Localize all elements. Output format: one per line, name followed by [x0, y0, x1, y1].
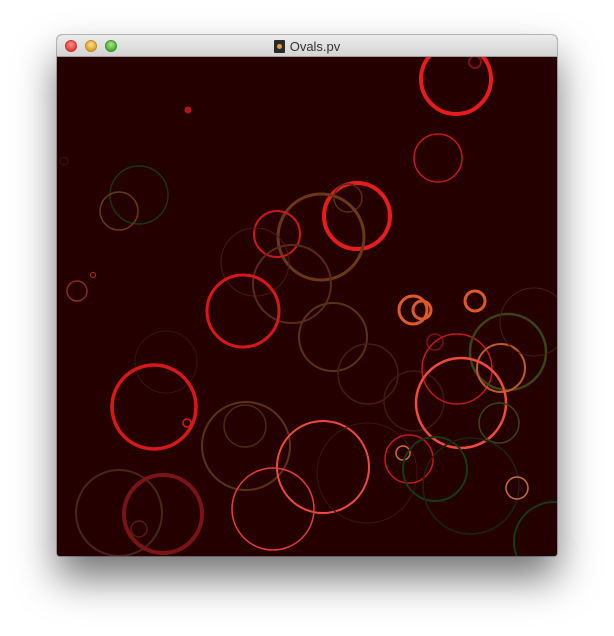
document-icon	[273, 39, 285, 53]
drawing-canvas[interactable]	[57, 57, 557, 556]
ovals-drawing	[57, 57, 557, 556]
window-title: Ovals.pv	[289, 38, 341, 54]
title-bar[interactable]: Ovals.pv	[57, 35, 557, 57]
title-group: Ovals.pv	[57, 35, 557, 57]
app-window: Ovals.pv	[57, 35, 557, 556]
oval-shape	[184, 106, 192, 114]
